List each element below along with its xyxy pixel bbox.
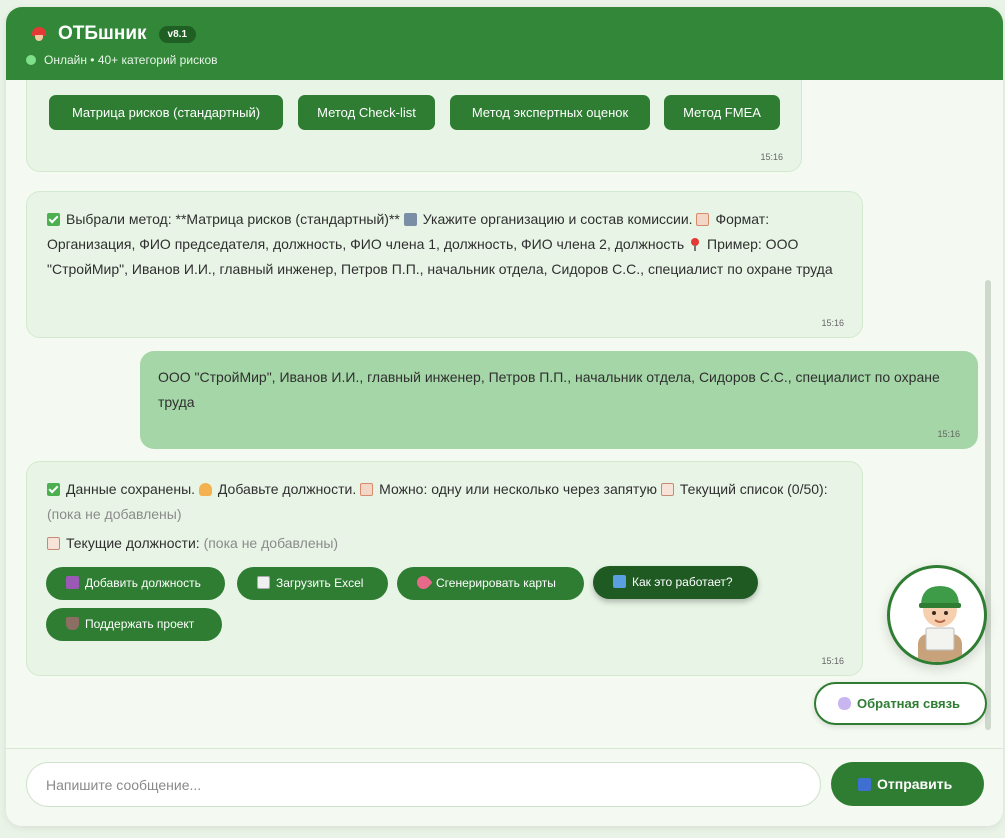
- composer: Отправить: [6, 748, 1003, 826]
- status-text: Онлайн • 40+ категорий рисков: [44, 53, 218, 67]
- upload-excel-button[interactable]: Загрузить Excel: [237, 567, 388, 600]
- rocket-icon: [414, 573, 433, 592]
- message-time: 15:16: [821, 656, 844, 666]
- online-dot-icon: [26, 55, 36, 65]
- memo-icon: [696, 213, 710, 226]
- message-time: 15:16: [760, 152, 783, 162]
- assistant-avatar[interactable]: [887, 565, 987, 665]
- worker-icon: [198, 483, 212, 496]
- check-icon: [47, 213, 60, 226]
- support-project-button[interactable]: Поддержать проект: [46, 608, 222, 641]
- message-time: 15:16: [937, 429, 960, 439]
- check-icon: [47, 483, 60, 496]
- method-choice-message: Матрица рисков (стандартный) Метод Check…: [26, 80, 802, 172]
- version-badge: v8.1: [158, 25, 197, 43]
- building-icon: [403, 213, 417, 226]
- user-message-text: ООО "СтройМир", Иванов И.И., главный инж…: [158, 369, 940, 410]
- book-icon: [613, 575, 626, 588]
- header: ОТБшник v8.1 Онлайн • 40+ категорий риск…: [6, 7, 1003, 80]
- message-input[interactable]: [26, 762, 821, 807]
- method-fmea-button[interactable]: Метод FMEA: [664, 95, 780, 130]
- user-message: ООО "СтройМир", Иванов И.И., главный инж…: [140, 351, 978, 449]
- current-positions: Текущие должности: (пока не добавлены): [47, 531, 842, 556]
- speech-icon: [838, 697, 851, 710]
- method-expert-button[interactable]: Метод экспертных оценок: [450, 95, 650, 130]
- title-row: ОТБшник v8.1: [30, 23, 1003, 45]
- send-button[interactable]: Отправить: [831, 762, 984, 806]
- cup-icon: [66, 617, 79, 630]
- plus-icon: [66, 576, 79, 589]
- add-position-button[interactable]: Добавить должность: [46, 567, 225, 600]
- chart-icon: [257, 576, 270, 589]
- bot-message: Данные сохранены. Добавьте должности. Мо…: [26, 461, 863, 676]
- send-icon: [858, 778, 871, 791]
- chat-app: ОТБшник v8.1 Онлайн • 40+ категорий риск…: [6, 7, 1003, 826]
- clipboard-icon: [47, 537, 60, 550]
- bot-message: Выбрали метод: **Матрица рисков (стандар…: [26, 191, 863, 338]
- scrollbar[interactable]: [985, 280, 991, 730]
- status-row: Онлайн • 40+ категорий рисков: [26, 53, 1003, 67]
- chat-area[interactable]: Матрица рисков (стандартный) Метод Check…: [6, 80, 993, 748]
- how-it-works-button[interactable]: Как это работает?: [593, 566, 758, 599]
- method-checklist-button[interactable]: Метод Check-list: [298, 95, 435, 130]
- helmet-icon: [30, 25, 48, 43]
- memo-icon: [360, 483, 374, 496]
- message-time: 15:16: [821, 318, 844, 328]
- bot-message-text: Данные сохранены. Добавьте должности. Мо…: [47, 481, 828, 522]
- clipboard-icon: [660, 483, 674, 496]
- bot-message-text: Выбрали метод: **Матрица рисков (стандар…: [47, 211, 833, 277]
- generate-cards-button[interactable]: Сгенерировать карты: [397, 567, 584, 600]
- pin-icon: [688, 238, 701, 251]
- app-title: ОТБшник: [58, 23, 147, 44]
- feedback-button[interactable]: Обратная связь: [814, 682, 987, 725]
- method-matrix-button[interactable]: Матрица рисков (стандартный): [49, 95, 283, 130]
